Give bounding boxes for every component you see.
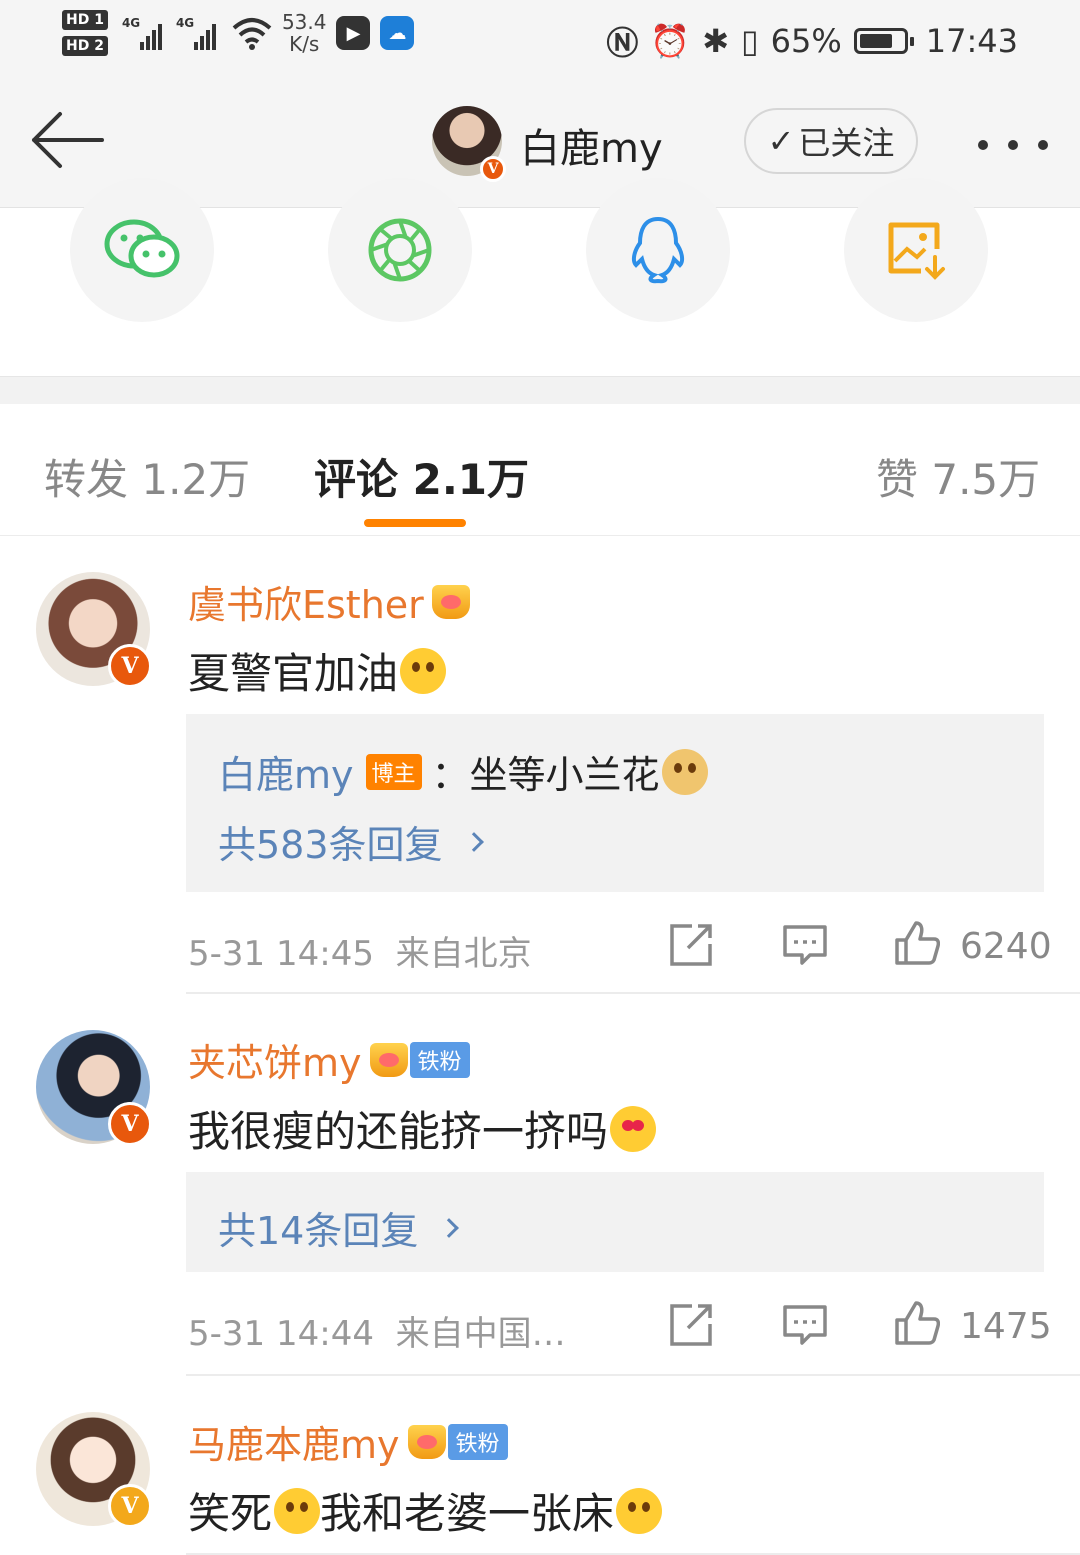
signal-icon: 4G: [176, 16, 222, 50]
more-icon[interactable]: [978, 140, 1048, 150]
share-wechat-button[interactable]: [70, 178, 214, 322]
chevron-right-icon: [439, 1217, 460, 1238]
laugh-cry-emoji-icon: [400, 647, 447, 694]
share-qq-button[interactable]: [586, 178, 730, 322]
laughing-emoji-icon: [274, 1487, 321, 1534]
doge-emoji-icon: [661, 748, 708, 795]
commenter-name[interactable]: 虞书欣Esther: [188, 574, 470, 629]
vibrate-icon: ▯: [741, 22, 759, 60]
crown-icon: [431, 582, 470, 622]
repost-icon[interactable]: [668, 1302, 714, 1348]
active-tab-indicator: [364, 519, 466, 527]
comment-meta: 5-31 14:45 来自北京: [188, 926, 532, 975]
comment-item: V 虞书欣Esther 夏警官加油 白鹿my 博主 ：坐等小兰花 共583条回复…: [0, 536, 1080, 994]
comment-time: 5-31 14:44: [188, 1314, 374, 1354]
tab-likes[interactable]: 赞 7.5万: [876, 446, 1040, 507]
comment-item: V 马鹿本鹿my 铁粉 笑死 我和老婆一张床: [0, 1376, 1080, 1555]
battery-icon: [853, 28, 914, 54]
comment-icon[interactable]: [782, 1302, 828, 1348]
verified-badge: V: [108, 1102, 152, 1146]
follow-label: 已关注: [798, 124, 895, 162]
net-speed: 53.4 K/s: [281, 10, 327, 56]
chevron-right-icon: [463, 831, 484, 852]
comment-location: 来自北京: [395, 934, 532, 974]
share-moments-button[interactable]: [328, 178, 472, 322]
smirk-emoji-icon: [616, 1487, 663, 1534]
crown-icon: [407, 1422, 446, 1462]
section-divider: [0, 376, 1080, 404]
comment-location: 来自中国…: [395, 1314, 566, 1354]
tab-comments[interactable]: 评论 2.1万: [314, 446, 529, 507]
notification-app-icon: ▶: [336, 16, 371, 50]
reply-preview[interactable]: 白鹿my 博主 ：坐等小兰花 共583条回复: [186, 714, 1044, 892]
crown-icon: [369, 1040, 408, 1080]
commenter-name[interactable]: 夹芯饼my 铁粉: [188, 1032, 470, 1087]
blogger-tag: 博主: [365, 753, 422, 790]
save-image-icon: [888, 222, 945, 280]
commenter-name[interactable]: 马鹿本鹿my 铁粉: [188, 1414, 508, 1469]
battery-percent: 65%: [770, 22, 842, 60]
save-image-button[interactable]: [844, 178, 988, 322]
qq-icon: [631, 216, 685, 284]
like-count: 1475: [960, 1306, 1052, 1347]
bluetooth-icon: ✱: [702, 22, 730, 60]
view-replies-link[interactable]: 共583条回复: [218, 814, 484, 869]
signal-icon: 4G: [122, 16, 168, 50]
hd1-indicator: HD 1: [62, 10, 108, 30]
comment-time: 5-31 14:45: [188, 934, 374, 974]
comment-text: 我很瘦的还能挤一挤吗: [188, 1098, 657, 1159]
weather-app-icon: ☁: [380, 16, 415, 50]
wifi-icon: [232, 18, 272, 50]
share-row: [0, 178, 1080, 376]
check-icon: ✓: [767, 122, 795, 160]
author-name[interactable]: 白鹿my: [520, 116, 663, 174]
nfc-icon: Ⓝ: [606, 24, 639, 62]
status-bar: HD 1 HD 2 4G 4G 53.4 K/s ▶ ☁ Ⓝ ⏰ ✱ ▯ 65%: [0, 0, 1080, 80]
moments-icon: [368, 218, 432, 282]
verified-badge: V: [108, 1484, 152, 1528]
back-arrow-icon[interactable]: [30, 110, 104, 170]
verified-badge: V: [108, 644, 152, 688]
wechat-icon: [104, 219, 180, 278]
repost-icon[interactable]: [668, 922, 714, 968]
like-icon[interactable]: [894, 920, 940, 966]
reply-author[interactable]: 白鹿my: [218, 744, 354, 799]
follow-button[interactable]: ✓ 已关注: [744, 108, 918, 174]
like-icon[interactable]: [894, 1300, 940, 1346]
iron-fan-badge: 铁粉: [447, 1423, 508, 1460]
verified-badge: V: [480, 156, 506, 182]
comment-item: V 夹芯饼my 铁粉 我很瘦的还能挤一挤吗 共14条回复 5-31 14:44 …: [0, 994, 1080, 1376]
view-replies-link[interactable]: 共14条回复: [218, 1200, 460, 1255]
alarm-icon: ⏰: [650, 22, 691, 60]
iron-fan-badge: 铁粉: [409, 1041, 470, 1078]
comment-text: 夏警官加油: [188, 640, 447, 701]
comment-meta: 5-31 14:44 来自中国…: [188, 1306, 566, 1355]
tab-bar: 转发 1.2万 评论 2.1万 赞 7.5万: [0, 404, 1080, 536]
reply-preview[interactable]: 共14条回复: [186, 1172, 1044, 1272]
like-count: 6240: [960, 926, 1052, 967]
comment-text: 笑死 我和老婆一张床: [188, 1480, 663, 1541]
heart-eyes-emoji-icon: [610, 1105, 657, 1152]
comment-icon[interactable]: [782, 922, 828, 968]
hd2-indicator: HD 2: [62, 36, 108, 56]
clock: 17:43: [925, 22, 1018, 60]
tab-reposts[interactable]: 转发 1.2万: [44, 446, 250, 507]
reply-text: ：坐等小兰花: [431, 753, 660, 797]
